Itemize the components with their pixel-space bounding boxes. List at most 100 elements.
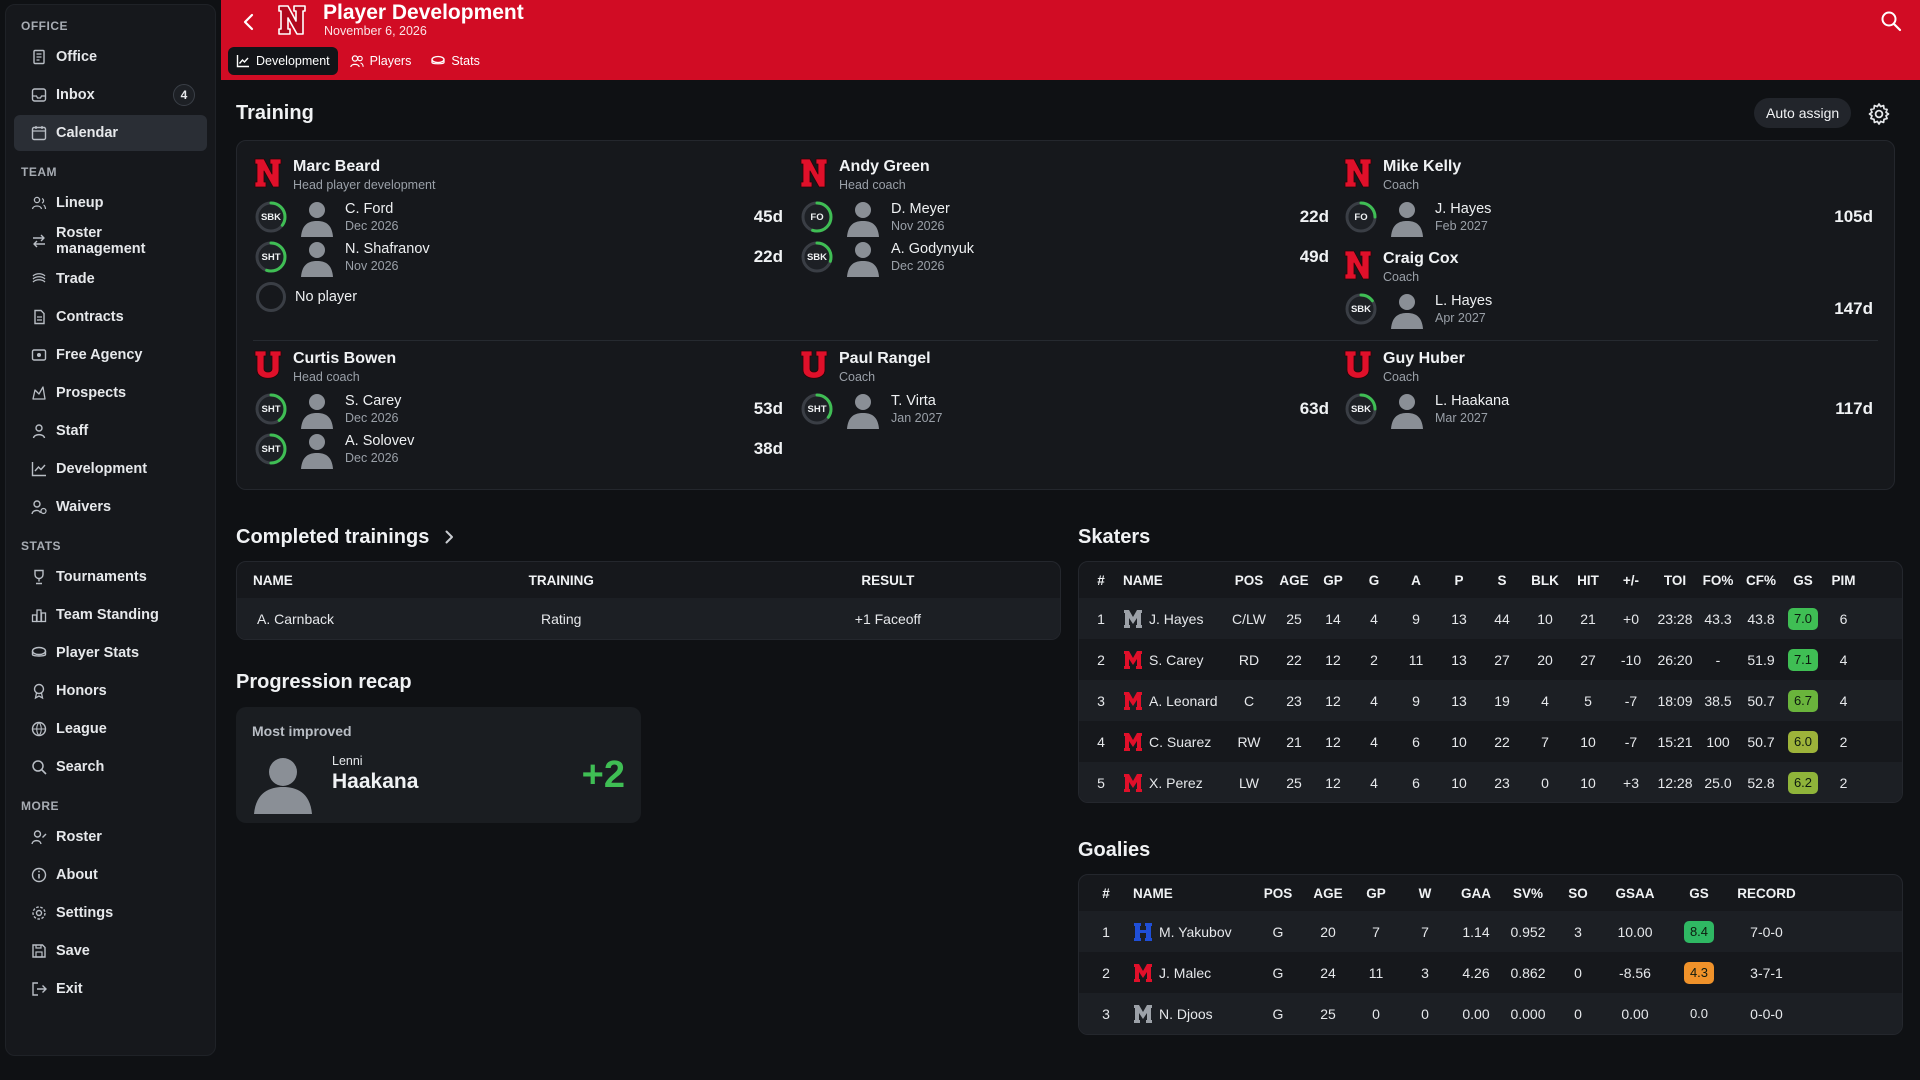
column-header[interactable]: GS — [1669, 886, 1729, 901]
column-header[interactable]: P — [1437, 573, 1481, 588]
sidebar-item-calendar[interactable]: Calendar — [14, 115, 207, 151]
sidebar-item-development[interactable]: Development — [14, 451, 207, 487]
sidebar-item-league[interactable]: League — [14, 711, 207, 747]
column-header[interactable]: SO — [1555, 886, 1601, 901]
coach-header[interactable]: Curtis Bowen Head coach — [253, 349, 783, 389]
column-header[interactable]: AGE — [1275, 573, 1313, 588]
table-row[interactable]: 1 J. Hayes C/LW 25 14 4 9 13 44 10 21 +0 23:28 43.3 43… — [1079, 598, 1902, 639]
training-assignment[interactable]: SHT A. Solovev Dec 2026 38d — [253, 429, 783, 469]
training-assignment[interactable]: SBK L. Hayes Apr 2027 147d — [1343, 289, 1873, 329]
sidebar-item-settings[interactable]: Settings — [14, 895, 207, 931]
column-header[interactable]: GP — [1353, 886, 1399, 901]
sidebar-item-tournaments[interactable]: Tournaments — [14, 559, 207, 595]
header-tabs: Development Players Stats — [228, 47, 488, 75]
column-header[interactable]: GSAA — [1601, 886, 1669, 901]
sidebar-item-free-agency[interactable]: Free Agency — [14, 337, 207, 373]
table-row[interactable]: 1 M. Yakubov G 20 7 7 1.14 0.952 3 10.00 8.4 7-0-0 — [1079, 911, 1902, 952]
column-header[interactable]: S — [1481, 573, 1523, 588]
coach-header[interactable]: Craig Cox Coach — [1343, 249, 1873, 289]
column-header[interactable]: SV% — [1501, 886, 1555, 901]
column-header[interactable]: BLK — [1523, 573, 1567, 588]
training-assignment[interactable]: FO J. Hayes Feb 2027 105d — [1343, 197, 1873, 237]
table-row[interactable]: 4 C. Suarez RW 21 12 4 6 10 22 7 10 -7 15:21 100 50.7 6… — [1079, 721, 1902, 762]
column-header[interactable]: NAME — [1123, 573, 1223, 588]
sidebar-item-contracts[interactable]: Contracts — [14, 299, 207, 335]
sidebar-item-honors[interactable]: Honors — [14, 673, 207, 709]
sidebar-item-roster[interactable]: Roster — [14, 819, 207, 855]
sidebar-item-label: Honors — [56, 683, 107, 699]
gear-icon[interactable] — [1867, 102, 1891, 126]
auto-assign-button[interactable]: Auto assign — [1754, 98, 1852, 128]
sidebar-item-prospects[interactable]: Prospects — [14, 375, 207, 411]
chevron-right-icon[interactable] — [440, 528, 458, 546]
column-header[interactable]: A — [1395, 573, 1437, 588]
sidebar-item-team-standing[interactable]: Team Standing — [14, 597, 207, 633]
column-header[interactable]: POS — [1253, 886, 1303, 901]
training-assignment[interactable]: SHT N. Shafranov Nov 2026 22d — [253, 237, 783, 277]
stat-gp: 12 — [1325, 651, 1341, 668]
tab-players[interactable]: Players — [342, 47, 420, 75]
column-header[interactable]: PIM — [1823, 573, 1864, 588]
table-row[interactable]: 3 A. Leonard C 23 12 4 9 13 19 4 5 -7 18:09 38.5 50.7 6… — [1079, 680, 1902, 721]
table-row[interactable]: A. Carnback Rating +1 Faceoff — [237, 598, 1060, 639]
column-header[interactable]: CF% — [1739, 573, 1783, 588]
table-row[interactable]: 2 S. Carey RD 22 12 2 11 13 27 20 27 -10 26:20 - 51.9 7… — [1079, 639, 1902, 680]
table-row[interactable]: 5 X. Perez LW 25 12 4 6 10 23 0 10 +3 12:28 25.0 52.8 6… — [1079, 762, 1902, 802]
coach-header[interactable]: Guy Huber Coach — [1343, 349, 1873, 389]
search-icon[interactable] — [1880, 10, 1902, 32]
training-assignment[interactable]: SHT S. Carey Dec 2026 53d — [253, 389, 783, 429]
column-header[interactable]: HIT — [1567, 573, 1609, 588]
training-assignment[interactable]: SHT T. Virta Jan 2027 63d — [799, 389, 1329, 429]
training-assignment[interactable]: SBK L. Haakana Mar 2027 117d — [1343, 389, 1873, 429]
coach-header[interactable]: Andy Green Head coach — [799, 157, 1329, 197]
column-header[interactable]: TOI — [1653, 573, 1697, 588]
sidebar-item-office[interactable]: Office — [14, 39, 207, 75]
column-header[interactable]: +/- — [1609, 573, 1653, 588]
completed-trainings-title[interactable]: Completed trainings — [236, 526, 429, 549]
stat-pos: C — [1243, 692, 1255, 709]
sidebar-item-search[interactable]: Search — [14, 749, 207, 785]
skill-progress-ring: FO — [801, 201, 833, 233]
sidebar-item-save[interactable]: Save — [14, 933, 207, 969]
coach-header[interactable]: Paul Rangel Coach — [799, 349, 1329, 389]
training-assignment[interactable]: SBK A. Godynyuk Dec 2026 49d — [799, 237, 1329, 277]
column-header[interactable]: W — [1399, 886, 1451, 901]
sidebar-item-roster-management[interactable]: Roster management — [14, 223, 207, 259]
sidebar-item-exit[interactable]: Exit — [14, 971, 207, 1007]
stat-n: 5 — [1097, 774, 1105, 791]
empty-training-slot[interactable]: No player — [253, 277, 783, 317]
table-row[interactable]: 2 J. Malec G 24 11 3 4.26 0.862 0 -8.56 4.3 3-7-1 — [1079, 952, 1902, 993]
column-header[interactable]: GS — [1783, 573, 1823, 588]
back-arrow-icon[interactable] — [237, 10, 261, 34]
sidebar-item-trade[interactable]: Trade — [14, 261, 207, 297]
coach-header[interactable]: Mike Kelly Coach — [1343, 157, 1873, 197]
most-improved-card[interactable]: Most improved Lenni Haakana +2 — [236, 707, 641, 823]
training-assignment[interactable]: SBK C. Ford Dec 2026 45d — [253, 197, 783, 237]
player-name-cell: J. Malec — [1133, 963, 1253, 983]
column-header[interactable]: # — [1079, 886, 1133, 901]
column-header[interactable]: AGE — [1303, 886, 1353, 901]
table-row[interactable]: 3 N. Djoos G 25 0 0 0.00 0.000 0 0.00 0.0 0-0-0 — [1079, 993, 1902, 1034]
sidebar-item-inbox[interactable]: Inbox 4 — [14, 77, 207, 113]
column-header[interactable]: GAA — [1451, 886, 1501, 901]
sidebar-item-staff[interactable]: Staff — [14, 413, 207, 449]
sidebar-item-lineup[interactable]: Lineup — [14, 185, 207, 221]
sidebar-item-player-stats[interactable]: Player Stats — [14, 635, 207, 671]
player-info: T. Virta Jan 2027 — [891, 392, 942, 426]
sidebar-item-waivers[interactable]: Waivers — [14, 489, 207, 525]
stat-gp: 11 — [1368, 964, 1384, 981]
column-header: NAME — [253, 572, 293, 588]
sidebar-item-about[interactable]: About — [14, 857, 207, 893]
column-header[interactable]: POS — [1223, 573, 1275, 588]
column-header[interactable]: GP — [1313, 573, 1353, 588]
column-header[interactable]: NAME — [1133, 886, 1253, 901]
column-header[interactable]: G — [1353, 573, 1395, 588]
tab-stats[interactable]: Stats — [423, 47, 488, 75]
tab-development[interactable]: Development — [228, 47, 338, 75]
column-header[interactable]: FO% — [1697, 573, 1739, 588]
training-assignment[interactable]: FO D. Meyer Nov 2026 22d — [799, 197, 1329, 237]
stat-gp: 12 — [1325, 733, 1341, 750]
coach-header[interactable]: Marc Beard Head player development — [253, 157, 783, 197]
column-header[interactable]: RECORD — [1729, 886, 1804, 901]
column-header[interactable]: # — [1079, 573, 1123, 588]
